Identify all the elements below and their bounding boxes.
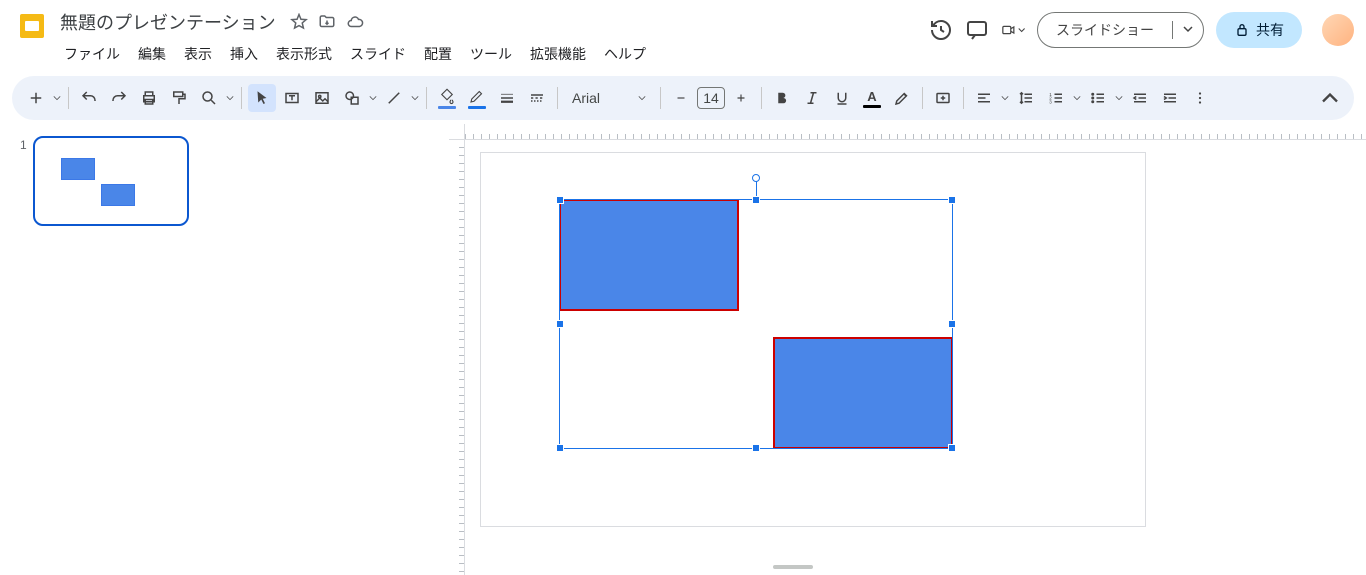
sel-handle-n[interactable] — [752, 196, 760, 204]
speaker-notes-handle[interactable] — [773, 565, 813, 569]
more-options-button[interactable] — [1186, 84, 1214, 112]
highlight-button[interactable] — [888, 84, 916, 112]
app-header: 無題のプレゼンテーション ファイル 編集 表示 挿入 表示形式 スライド 配置 … — [0, 0, 1366, 70]
title-area: 無題のプレゼンテーション ファイル 編集 表示 挿入 表示形式 スライド 配置 … — [56, 6, 929, 70]
bold-button[interactable] — [768, 84, 796, 112]
underline-button[interactable] — [828, 84, 856, 112]
bulleted-list-dropdown[interactable] — [1114, 94, 1124, 102]
comments-icon[interactable] — [965, 18, 989, 42]
font-size-increase[interactable] — [727, 84, 755, 112]
border-color-button[interactable] — [463, 84, 491, 112]
menu-slide[interactable]: スライド — [342, 40, 414, 68]
align-dropdown[interactable] — [1000, 94, 1010, 102]
share-button[interactable]: 共有 — [1216, 12, 1302, 48]
sel-handle-ne[interactable] — [948, 196, 956, 204]
canvas-area[interactable] — [220, 124, 1366, 575]
star-icon[interactable] — [290, 13, 308, 31]
indent-decrease-button[interactable] — [1126, 84, 1154, 112]
fill-color-button[interactable] — [433, 84, 461, 112]
header-actions: スライドショー 共有 — [929, 6, 1354, 48]
move-icon[interactable] — [318, 13, 336, 31]
paint-format-button[interactable] — [165, 84, 193, 112]
border-weight-button[interactable] — [493, 84, 521, 112]
font-name: Arial — [572, 90, 600, 106]
sel-handle-s[interactable] — [752, 444, 760, 452]
workspace: 1 — [0, 124, 1366, 575]
align-button[interactable] — [970, 84, 998, 112]
selection-box[interactable] — [559, 199, 953, 449]
cloud-status-icon[interactable] — [346, 13, 364, 31]
vertical-ruler[interactable] — [449, 124, 465, 575]
line-spacing-button[interactable] — [1012, 84, 1040, 112]
menu-help[interactable]: ヘルプ — [596, 40, 654, 68]
collapse-toolbar-button[interactable] — [1316, 84, 1344, 112]
print-button[interactable] — [135, 84, 163, 112]
menu-insert[interactable]: 挿入 — [222, 40, 266, 68]
zoom-dropdown[interactable] — [225, 94, 235, 102]
shape-button[interactable] — [338, 84, 366, 112]
menu-edit[interactable]: 編集 — [130, 40, 174, 68]
menu-bar: ファイル 編集 表示 挿入 表示形式 スライド 配置 ツール 拡張機能 ヘルプ — [56, 38, 929, 70]
indent-increase-button[interactable] — [1156, 84, 1184, 112]
slides-logo[interactable] — [12, 6, 52, 46]
thumbnail-row: 1 — [20, 136, 208, 226]
sel-handle-sw[interactable] — [556, 444, 564, 452]
menu-extensions[interactable]: 拡張機能 — [522, 40, 594, 68]
account-avatar[interactable] — [1322, 14, 1354, 46]
image-button[interactable] — [308, 84, 336, 112]
document-title[interactable]: 無題のプレゼンテーション — [56, 8, 280, 36]
font-size-control — [667, 84, 755, 112]
italic-button[interactable] — [798, 84, 826, 112]
border-dash-button[interactable] — [523, 84, 551, 112]
numbered-list-button[interactable]: 123 — [1042, 84, 1070, 112]
share-label: 共有 — [1256, 20, 1284, 40]
line-dropdown[interactable] — [410, 94, 420, 102]
sel-handle-se[interactable] — [948, 444, 956, 452]
toolbar: Arial A 123 — [12, 76, 1354, 120]
sel-handle-nw[interactable] — [556, 196, 564, 204]
horizontal-ruler[interactable] — [465, 124, 1366, 140]
select-tool-button[interactable] — [248, 84, 276, 112]
slideshow-label: スライドショー — [1038, 20, 1172, 40]
slideshow-dropdown[interactable] — [1172, 21, 1203, 39]
text-color-button[interactable]: A — [858, 84, 886, 112]
line-button[interactable] — [380, 84, 408, 112]
undo-button[interactable] — [75, 84, 103, 112]
thumb-shape-2 — [101, 184, 135, 206]
svg-text:3: 3 — [1049, 99, 1052, 104]
new-slide-dropdown[interactable] — [52, 94, 62, 102]
font-size-decrease[interactable] — [667, 84, 695, 112]
zoom-button[interactable] — [195, 84, 223, 112]
textbox-button[interactable] — [278, 84, 306, 112]
slideshow-button[interactable]: スライドショー — [1037, 12, 1204, 48]
insert-link-button[interactable] — [929, 84, 957, 112]
new-slide-button[interactable] — [22, 84, 50, 112]
history-icon[interactable] — [929, 18, 953, 42]
sel-handle-w[interactable] — [556, 320, 564, 328]
ruler-corner — [449, 124, 465, 140]
font-size-input[interactable] — [697, 87, 725, 109]
menu-arrange[interactable]: 配置 — [416, 40, 460, 68]
thumb-shape-1 — [61, 158, 95, 180]
meet-button[interactable] — [1001, 18, 1025, 42]
menu-file[interactable]: ファイル — [56, 40, 128, 68]
slide-canvas[interactable] — [480, 152, 1146, 527]
bulleted-list-button[interactable] — [1084, 84, 1112, 112]
shape-dropdown[interactable] — [368, 94, 378, 102]
thumbnail-number: 1 — [20, 136, 27, 226]
menu-view[interactable]: 表示 — [176, 40, 220, 68]
rotation-handle[interactable] — [752, 174, 760, 182]
sel-handle-e[interactable] — [948, 320, 956, 328]
redo-button[interactable] — [105, 84, 133, 112]
thumbnail-panel: 1 — [0, 124, 220, 575]
menu-format[interactable]: 表示形式 — [268, 40, 340, 68]
menu-tools[interactable]: ツール — [462, 40, 520, 68]
numbered-list-dropdown[interactable] — [1072, 94, 1082, 102]
font-selector[interactable]: Arial — [564, 90, 654, 106]
thumbnail-slide-1[interactable] — [33, 136, 189, 226]
